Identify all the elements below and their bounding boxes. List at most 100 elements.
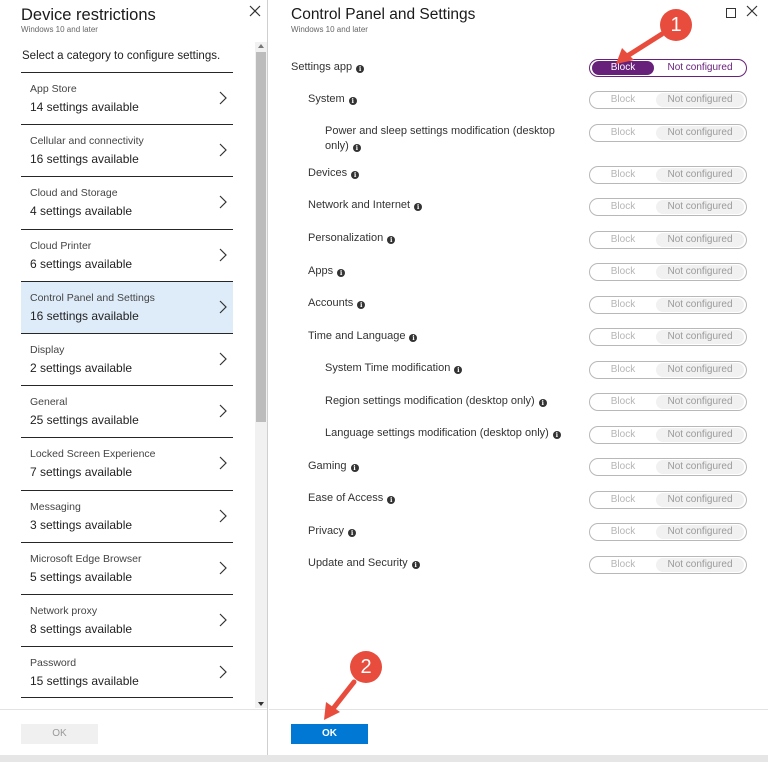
info-icon[interactable]: i [351, 171, 360, 179]
setting-row-system: System i [308, 92, 578, 110]
category-item-cloud-storage[interactable]: Cloud and Storage 4 settings available [21, 176, 233, 228]
info-icon[interactable]: i [356, 65, 365, 73]
not-configured-option[interactable]: Not configured [656, 428, 744, 442]
setting-row-region: Region settings modification (desktop on… [325, 394, 585, 412]
setting-row-network: Network and Internet i [308, 198, 578, 216]
category-item-locked-screen[interactable]: Locked Screen Experience 7 settings avai… [21, 437, 233, 489]
toggle-gaming[interactable]: Block Not configured [589, 458, 747, 476]
not-configured-option[interactable]: Not configured [656, 525, 744, 539]
toggle-language[interactable]: Block Not configured [589, 426, 747, 444]
info-icon[interactable]: i [357, 301, 366, 309]
category-item-cellular[interactable]: Cellular and connectivity 16 settings av… [21, 124, 233, 176]
chevron-right-icon [219, 248, 227, 261]
ok-button[interactable]: OK [291, 724, 368, 744]
close-icon[interactable] [248, 4, 262, 18]
category-item-network-proxy[interactable]: Network proxy 8 settings available [21, 593, 233, 646]
setting-label: Personalization i [308, 231, 396, 246]
info-icon[interactable]: i [387, 236, 396, 244]
not-configured-option[interactable]: Not configured [656, 168, 744, 182]
category-count: 7 settings available [30, 465, 133, 480]
info-icon[interactable]: i [387, 496, 396, 504]
block-option[interactable]: Block [592, 233, 654, 247]
block-option[interactable]: Block [592, 363, 654, 377]
category-item-cloud-printer[interactable]: Cloud Printer 6 settings available [21, 228, 233, 281]
category-count: 6 settings available [30, 256, 133, 271]
info-icon[interactable]: i [409, 334, 418, 342]
category-count: 16 settings available [30, 308, 139, 323]
info-icon[interactable]: i [454, 366, 463, 374]
block-option[interactable]: Block [592, 126, 654, 140]
not-configured-option[interactable]: Not configured [656, 363, 744, 377]
toggle-system-time[interactable]: Block Not configured [589, 361, 747, 379]
block-option[interactable]: Block [592, 265, 654, 279]
category-item-display[interactable]: Display 2 settings available [21, 332, 233, 385]
setting-label: System i [308, 92, 357, 107]
not-configured-option[interactable]: Not configured [656, 93, 744, 107]
horizontal-scrollbar[interactable] [0, 755, 768, 762]
not-configured-option[interactable]: Not configured [656, 298, 744, 312]
info-icon[interactable]: i [337, 269, 346, 277]
toggle-privacy[interactable]: Block Not configured [589, 523, 747, 541]
chevron-right-icon [219, 91, 227, 105]
toggle-time-language[interactable]: Block Not configured [589, 328, 747, 346]
info-icon[interactable]: i [352, 144, 361, 152]
close-icon[interactable] [745, 4, 759, 18]
toggle-apps[interactable]: Block Not configured [589, 263, 747, 281]
info-icon[interactable]: i [411, 561, 420, 569]
category-item-edge-browser[interactable]: Microsoft Edge Browser 5 settings availa… [21, 541, 233, 594]
block-option[interactable]: Block [592, 428, 654, 442]
not-configured-option[interactable]: Not configured [656, 395, 744, 409]
toggle-region[interactable]: Block Not configured [589, 393, 747, 411]
toggle-devices[interactable]: Block Not configured [589, 166, 747, 184]
setting-label: Settings app i [291, 60, 365, 75]
category-item-app-store[interactable]: App Store 14 settings available [21, 72, 233, 124]
maximize-icon[interactable] [726, 8, 736, 18]
not-configured-option[interactable]: Not configured [656, 558, 744, 572]
category-name: Display [30, 343, 65, 356]
block-option[interactable]: Block [592, 200, 654, 214]
chevron-right-icon [219, 509, 227, 522]
block-option[interactable]: Block [592, 93, 654, 107]
not-configured-option[interactable]: Not configured [656, 265, 744, 279]
block-option[interactable]: Block [592, 525, 654, 539]
category-name: Messaging [30, 500, 81, 513]
category-count: 4 settings available [30, 204, 133, 219]
toggle-personalization[interactable]: Block Not configured [589, 231, 747, 249]
not-configured-option[interactable]: Not configured [656, 126, 744, 140]
block-option[interactable]: Block [592, 298, 654, 312]
toggle-system[interactable]: Block Not configured [589, 91, 747, 109]
info-icon[interactable]: i [538, 399, 547, 407]
category-scrollbar[interactable] [255, 42, 267, 708]
setting-row-power-sleep: Power and sleep settings modification (d… [325, 124, 585, 154]
category-count: 25 settings available [30, 413, 139, 428]
block-option[interactable]: Block [592, 460, 654, 474]
info-icon[interactable]: i [348, 97, 357, 105]
block-option[interactable]: Block [592, 558, 654, 572]
category-item-general[interactable]: General 25 settings available [21, 385, 233, 437]
not-configured-option[interactable]: Not configured [656, 460, 744, 474]
scroll-up-icon[interactable] [258, 44, 264, 48]
info-icon[interactable]: i [414, 203, 423, 211]
category-item-messaging[interactable]: Messaging 3 settings available [21, 489, 233, 542]
info-icon[interactable]: i [552, 431, 561, 439]
block-option[interactable]: Block [592, 395, 654, 409]
not-configured-option[interactable]: Not configured [656, 233, 744, 247]
not-configured-option[interactable]: Not configured [656, 330, 744, 344]
scrollbar-thumb[interactable] [256, 52, 266, 422]
not-configured-option[interactable]: Not configured [656, 493, 744, 507]
category-count: 14 settings available [30, 100, 139, 114]
info-icon[interactable]: i [348, 529, 357, 537]
toggle-ease-of-access[interactable]: Block Not configured [589, 491, 747, 509]
category-item-control-panel[interactable]: Control Panel and Settings 16 settings a… [21, 280, 233, 333]
scroll-down-icon[interactable] [258, 702, 264, 706]
toggle-update-security[interactable]: Block Not configured [589, 556, 747, 574]
block-option[interactable]: Block [592, 493, 654, 507]
not-configured-option[interactable]: Not configured [656, 200, 744, 214]
toggle-power-sleep[interactable]: Block Not configured [589, 124, 747, 142]
toggle-accounts[interactable]: Block Not configured [589, 296, 747, 314]
info-icon[interactable]: i [350, 464, 359, 472]
block-option[interactable]: Block [592, 168, 654, 182]
toggle-network[interactable]: Block Not configured [589, 198, 747, 216]
category-item-password[interactable]: Password 15 settings available [21, 646, 233, 699]
block-option[interactable]: Block [592, 330, 654, 344]
